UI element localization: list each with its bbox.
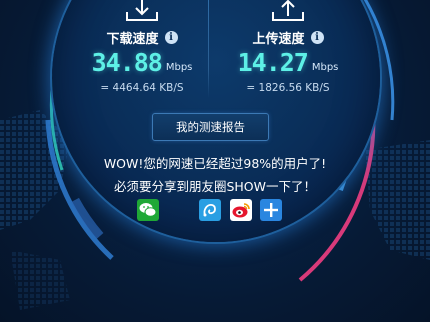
download-arrow-icon	[126, 0, 158, 21]
pengyou-icon[interactable]	[199, 199, 221, 221]
more-share-icon[interactable]	[260, 199, 282, 221]
upload-kbs-value: = 1826.56 KB/S	[246, 82, 330, 94]
info-icon[interactable]: i	[164, 31, 178, 44]
download-speed-value: 34.88	[91, 48, 163, 77]
share-prompt: 必须要分享到朋友圈SHOW一下了！	[113, 179, 317, 194]
upload-speed-value: 14.27	[237, 48, 309, 77]
result-message: WOW!您的网速已经超过98%的用户了!	[103, 156, 327, 171]
speed-test-result-screen: 下载速度 i 34.88 Mbps = 4464.64 KB/S 上传速度 i …	[0, 0, 430, 322]
download-speed-unit: Mbps	[165, 62, 193, 73]
weibo-icon[interactable]	[230, 199, 252, 221]
download-speed-label: 下载速度	[106, 32, 159, 47]
download-kbs-value: = 4464.64 KB/S	[100, 82, 184, 94]
my-speed-report-button[interactable]: 我的测速报告	[152, 113, 269, 141]
upload-speed-unit: Mbps	[311, 62, 339, 73]
upload-arrow-icon	[272, 0, 304, 21]
wechat-icon[interactable]	[137, 199, 159, 221]
upload-speed-label: 上传速度	[252, 32, 305, 47]
info-icon[interactable]: i	[310, 31, 324, 44]
